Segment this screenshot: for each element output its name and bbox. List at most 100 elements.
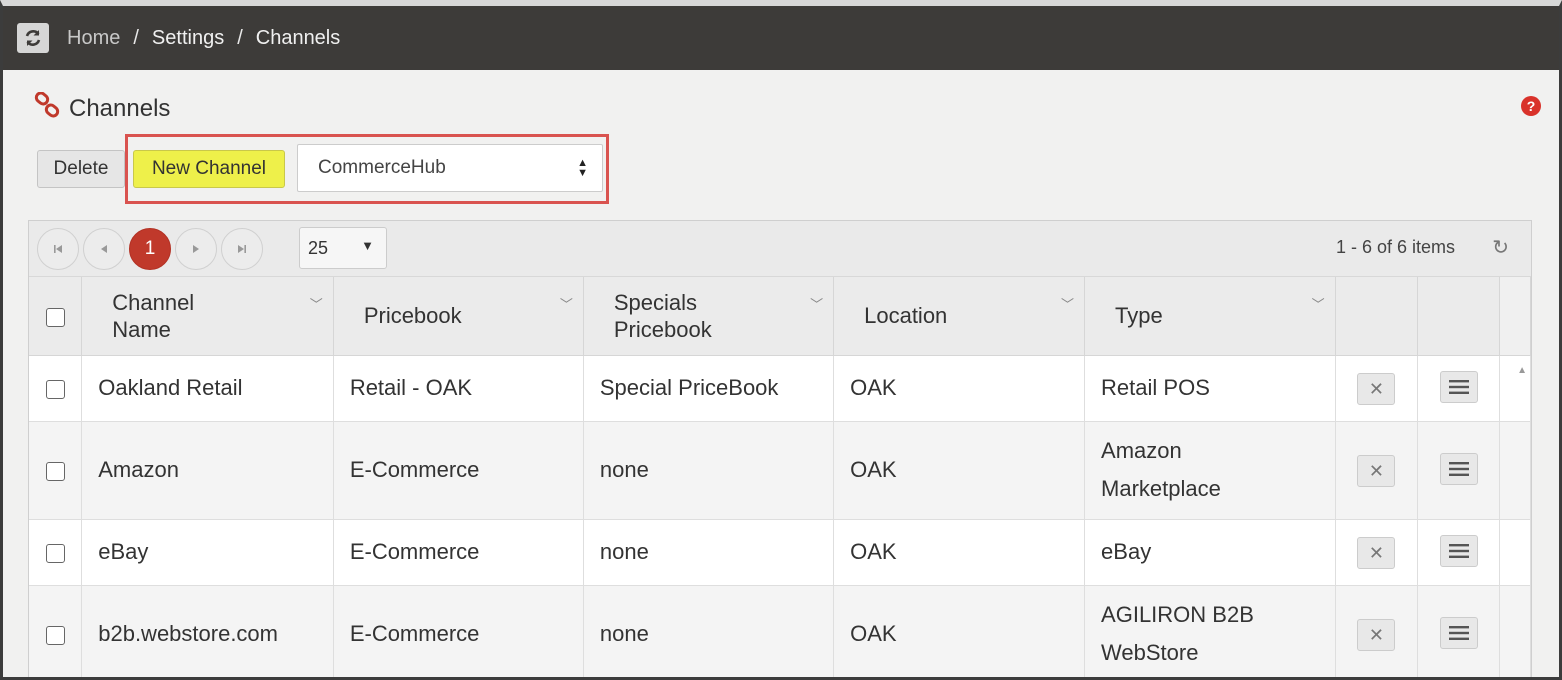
page-title: Channels xyxy=(69,94,171,122)
column-header-label: Channel Name xyxy=(112,289,195,342)
table-row[interactable]: Oakland Retail Retail - OAK Special Pric… xyxy=(29,355,1531,422)
cell-channel-name: b2b.webstore.com xyxy=(81,585,334,677)
cell-location: OAK xyxy=(833,519,1086,586)
pager: 1 25 ▼ 1 - 6 of 6 items ↻ xyxy=(29,221,1531,277)
chevron-down-icon[interactable]: ﹀ xyxy=(1312,291,1325,318)
column-header-delete xyxy=(1335,277,1419,356)
channels-table: Channel Name ﹀ Pricebook ﹀ Specials Priceb… xyxy=(29,277,1531,677)
menu-cell xyxy=(1417,421,1500,520)
delete-cell: ✕ xyxy=(1335,355,1419,422)
close-icon[interactable]: ✕ xyxy=(1357,619,1396,651)
items-count: 1 - 6 of 6 items xyxy=(1335,237,1455,257)
cell-channel-name: Oakland Retail xyxy=(81,355,334,422)
table-row[interactable]: b2b.webstore.com E-Commerce none OAK AGI… xyxy=(29,585,1531,677)
cell-pricebook: E-Commerce xyxy=(333,519,584,586)
hamburger-icon[interactable] xyxy=(1439,617,1478,649)
first-page-icon[interactable] xyxy=(37,228,79,270)
main-content: Channels ? Delete New Channel CommerceHu… xyxy=(3,70,1559,677)
chevron-down-icon[interactable]: ﹀ xyxy=(810,291,823,318)
hamburger-icon[interactable] xyxy=(1439,453,1478,485)
row-checkbox[interactable] xyxy=(45,379,65,399)
column-header-channel-name[interactable]: Channel Name ﹀ xyxy=(81,277,334,356)
page-size-select[interactable]: 25 ▼ xyxy=(299,227,387,269)
cell-location: OAK xyxy=(833,421,1086,520)
scrollbar-track[interactable] xyxy=(1499,421,1531,520)
row-checkbox-cell xyxy=(29,355,83,422)
caret-down-icon: ▼ xyxy=(361,238,374,253)
row-checkbox[interactable] xyxy=(45,543,65,563)
column-header-label: Type xyxy=(1115,303,1163,329)
scrollbar-header xyxy=(1499,277,1531,356)
cell-channel-name: eBay xyxy=(81,519,334,586)
column-header-specials-pricebook[interactable]: Specials Pricebook ﹀ xyxy=(583,277,835,356)
cell-specials-pricebook: none xyxy=(583,585,835,677)
prev-page-icon[interactable] xyxy=(83,228,125,270)
cell-type: AGILIRON B2B WebStore xyxy=(1084,585,1336,677)
table-row[interactable]: eBay E-Commerce none OAK eBay ✕ xyxy=(29,519,1531,586)
column-header-type[interactable]: Type ﹀ xyxy=(1084,277,1336,356)
page-header: Channels xyxy=(33,91,171,125)
help-icon[interactable]: ? xyxy=(1521,96,1541,116)
breadcrumb-settings[interactable]: Settings xyxy=(152,27,224,50)
column-header-label: Specials Pricebook xyxy=(613,289,712,342)
top-bar: Home / Settings / Channels xyxy=(3,6,1559,70)
menu-cell xyxy=(1417,519,1500,586)
breadcrumb-separator: / xyxy=(237,26,243,49)
cell-type: eBay xyxy=(1084,519,1336,586)
channel-type-select[interactable]: CommerceHub ▲ ▼ xyxy=(297,144,603,192)
channels-grid: 1 25 ▼ 1 - 6 of 6 items ↻ Channel Name ﹀… xyxy=(28,220,1532,677)
hamburger-icon[interactable] xyxy=(1439,535,1478,567)
chevron-down-icon[interactable]: ﹀ xyxy=(310,291,323,318)
page-1-button[interactable]: 1 xyxy=(129,228,171,270)
select-all-checkbox[interactable] xyxy=(45,307,65,327)
chevron-down-icon[interactable]: ﹀ xyxy=(1061,291,1074,318)
close-icon[interactable]: ✕ xyxy=(1357,373,1396,405)
delete-cell: ✕ xyxy=(1335,421,1419,520)
next-page-icon[interactable] xyxy=(175,228,217,270)
breadcrumb-home[interactable]: Home xyxy=(67,27,120,50)
column-header-pricebook[interactable]: Pricebook ﹀ xyxy=(333,277,584,356)
cell-type: Retail POS xyxy=(1084,355,1336,422)
sync-icon[interactable] xyxy=(17,23,49,53)
close-icon[interactable]: ✕ xyxy=(1357,455,1396,487)
column-header-label: Location xyxy=(864,303,948,329)
app-frame: Home / Settings / Channels Channels ? De… xyxy=(0,0,1562,680)
row-checkbox[interactable] xyxy=(45,625,65,645)
last-page-icon[interactable] xyxy=(221,228,263,270)
menu-cell xyxy=(1417,585,1500,677)
hamburger-icon[interactable] xyxy=(1439,371,1478,403)
select-arrows-icon: ▲ ▼ xyxy=(577,157,588,179)
row-checkbox-cell xyxy=(29,519,83,586)
close-icon[interactable]: ✕ xyxy=(1357,537,1396,569)
delete-cell: ✕ xyxy=(1335,519,1419,586)
cell-channel-name: Amazon xyxy=(81,421,334,520)
row-checkbox-cell xyxy=(29,421,83,520)
column-header-menu xyxy=(1417,277,1500,356)
cell-pricebook: E-Commerce xyxy=(333,585,584,677)
cell-location: OAK xyxy=(833,355,1086,422)
menu-cell xyxy=(1417,355,1500,422)
table-header-row: Channel Name ﹀ Pricebook ﹀ Specials Priceb… xyxy=(29,277,1531,356)
cell-specials-pricebook: none xyxy=(583,519,835,586)
row-checkbox[interactable] xyxy=(45,461,65,481)
row-checkbox-cell xyxy=(29,585,83,677)
refresh-icon[interactable]: ↻ xyxy=(1492,235,1509,260)
cell-location: OAK xyxy=(833,585,1086,677)
cell-type: Amazon Marketplace xyxy=(1084,421,1336,520)
breadcrumb-current: Channels xyxy=(255,26,341,49)
delete-cell: ✕ xyxy=(1335,585,1419,677)
scrollbar-track[interactable] xyxy=(1499,519,1531,586)
page-size-value: 25 xyxy=(308,237,329,258)
scroll-up-arrow-icon[interactable]: ▲ xyxy=(1517,365,1527,376)
chevron-down-icon[interactable]: ﹀ xyxy=(560,291,573,318)
column-header-label: Pricebook xyxy=(363,303,462,329)
scrollbar-track[interactable] xyxy=(1499,585,1531,677)
delete-button[interactable]: Delete xyxy=(37,150,125,188)
cell-specials-pricebook: Special PriceBook xyxy=(583,355,835,422)
select-all-cell xyxy=(29,277,83,356)
column-header-location[interactable]: Location ﹀ xyxy=(833,277,1086,356)
table-row[interactable]: Amazon E-Commerce none OAK Amazon Market… xyxy=(29,421,1531,520)
cell-pricebook: Retail - OAK xyxy=(333,355,584,422)
new-channel-button[interactable]: New Channel xyxy=(133,150,285,188)
link-icon xyxy=(33,91,63,125)
